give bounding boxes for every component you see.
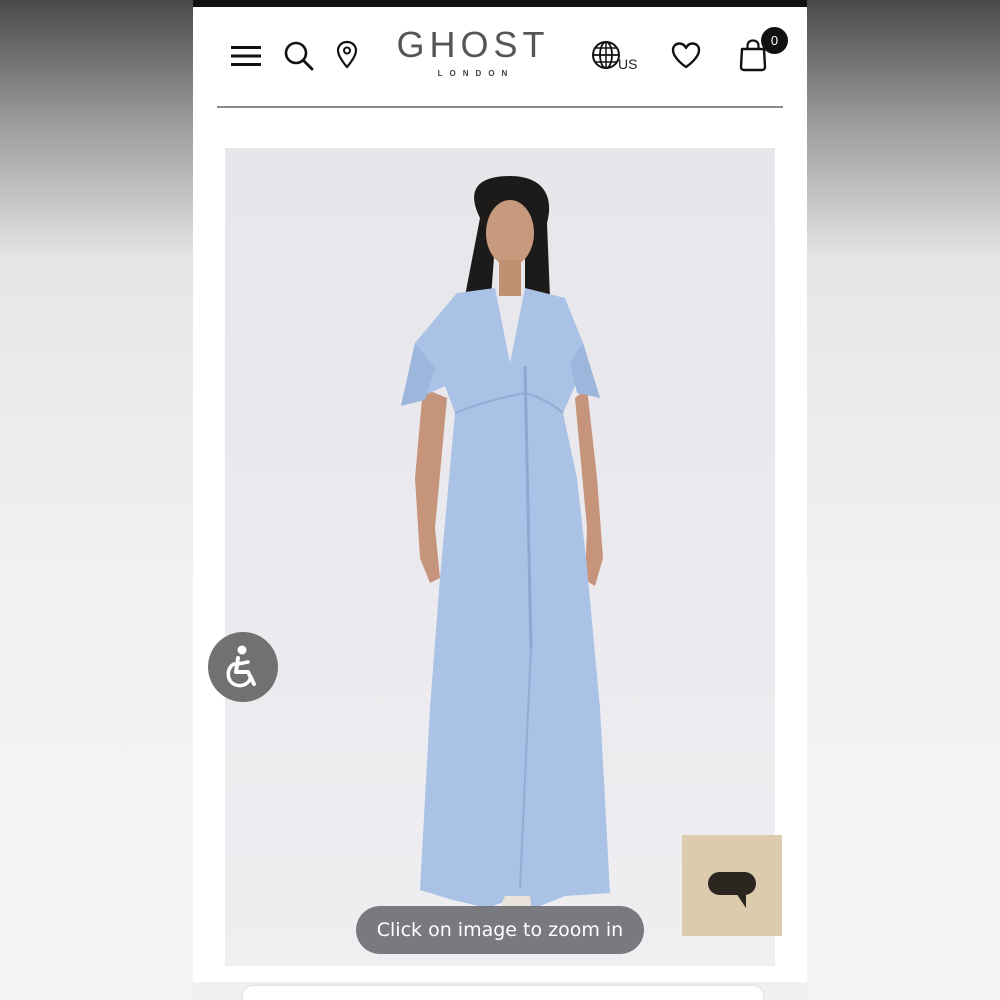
globe-icon[interactable]: [591, 40, 621, 70]
brand-name: GHOST: [396, 24, 550, 65]
location-pin-icon[interactable]: [336, 40, 358, 70]
brand-subtitle: LONDON: [437, 69, 515, 78]
site-header: GHOST LONDON US 0: [193, 7, 807, 107]
zoom-hint: Click on image to zoom in: [356, 906, 644, 954]
chat-bubble-icon: [708, 872, 756, 908]
cart-count-badge[interactable]: 0: [761, 27, 788, 54]
region-label[interactable]: US: [618, 56, 637, 72]
bottom-sheet-handle[interactable]: [243, 986, 763, 1000]
heart-icon[interactable]: [670, 41, 702, 69]
accessibility-button[interactable]: [208, 632, 278, 702]
accessibility-icon: [226, 645, 256, 688]
brand-logo[interactable]: GHOST LONDON: [373, 24, 573, 79]
search-icon[interactable]: [283, 40, 315, 72]
status-bar: [193, 0, 807, 7]
hamburger-menu-icon[interactable]: [231, 45, 261, 67]
header-divider: [217, 106, 783, 108]
chat-button[interactable]: [682, 835, 782, 936]
